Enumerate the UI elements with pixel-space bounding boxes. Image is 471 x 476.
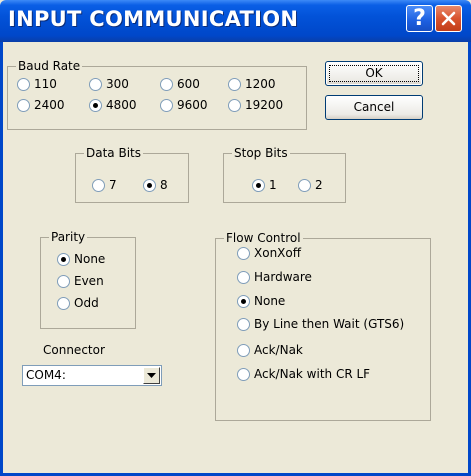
close-icon (441, 11, 456, 26)
ok-button[interactable]: OK (325, 61, 423, 86)
radio-circle (57, 297, 70, 310)
data-bits-label: Data Bits (84, 146, 143, 160)
chevron-down-icon (147, 373, 156, 378)
connector-value: COM4: (26, 368, 66, 382)
help-button[interactable]: ? (406, 5, 433, 32)
radio-circle (92, 179, 105, 192)
ok-button-label: OK (365, 66, 383, 80)
radio-circle (237, 318, 250, 331)
radio-circle-checked (237, 295, 250, 308)
radio-circle (17, 99, 30, 112)
radio-circle-checked (143, 179, 156, 192)
radio-circle (160, 99, 173, 112)
connector-select[interactable]: COM4: (22, 365, 162, 386)
parity-label: Parity (49, 230, 88, 244)
radio-circle (89, 78, 102, 91)
radio-circle (160, 78, 173, 91)
flow-control-label: Flow Control (224, 231, 303, 245)
cancel-button-label: Cancel (353, 100, 395, 114)
radio-circle-checked (252, 179, 265, 192)
radio-circle (237, 344, 250, 357)
window-title: INPUT COMMUNICATION (8, 7, 299, 31)
connector-dropdown-button[interactable] (143, 367, 160, 384)
data-bits-group: Data Bits (75, 146, 189, 203)
title-bar[interactable]: INPUT COMMUNICATION ? (0, 0, 471, 42)
cancel-button[interactable]: Cancel (325, 95, 423, 120)
baud-rate-label: Baud Rate (16, 59, 83, 73)
radio-circle (237, 271, 250, 284)
stop-bits-label: Stop Bits (232, 146, 290, 160)
radio-circle (228, 78, 241, 91)
connector-label: Connector (43, 343, 105, 357)
radio-circle (57, 275, 70, 288)
radio-circle-checked (57, 253, 70, 266)
close-button[interactable] (435, 5, 462, 32)
radio-circle (237, 368, 250, 381)
radio-circle (17, 78, 30, 91)
radio-circle-checked (89, 99, 102, 112)
radio-circle (228, 99, 241, 112)
radio-circle (298, 179, 311, 192)
stop-bits-group: Stop Bits (223, 146, 346, 203)
help-icon: ? (413, 6, 426, 31)
radio-circle (237, 247, 250, 260)
